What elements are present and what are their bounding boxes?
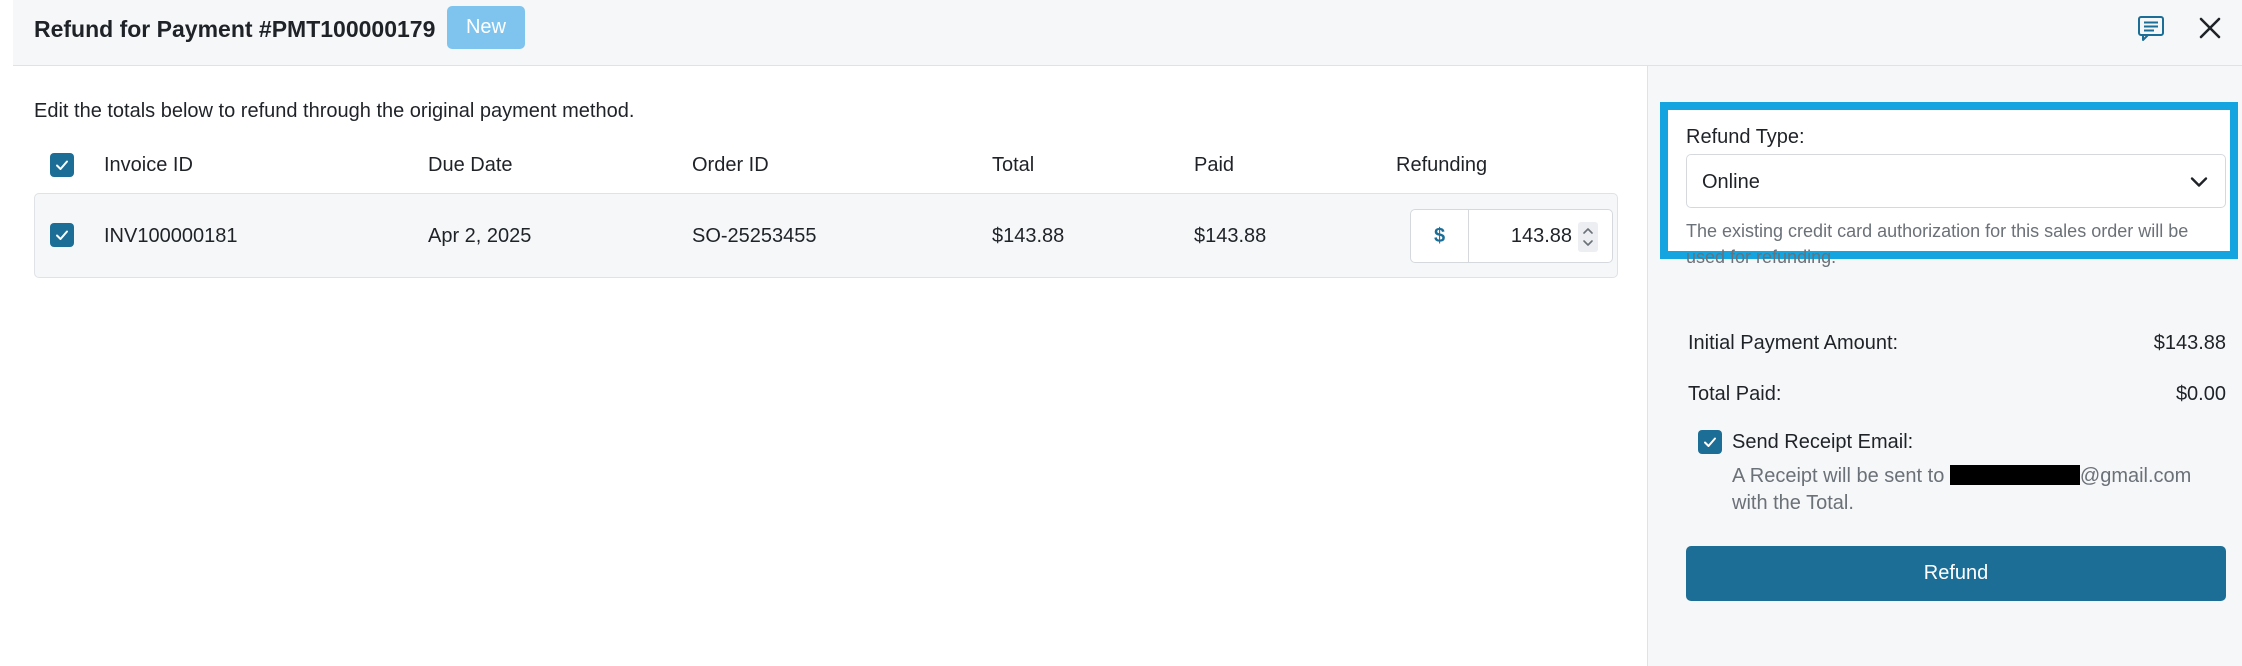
stepper-arrows-icon [1583, 228, 1593, 246]
status-badge: New [447, 6, 525, 49]
page-title: Refund for Payment #PMT100000179 [34, 16, 436, 42]
comment-icon[interactable] [2136, 13, 2166, 43]
cell-due-date: Apr 2, 2025 [428, 225, 532, 247]
check-icon [56, 160, 68, 170]
total-paid-label: Total Paid: [1688, 383, 1782, 405]
cell-order-id: SO-25253455 [692, 225, 817, 247]
amount-stepper[interactable] [1578, 222, 1598, 252]
column-header-refunding: Refunding [1396, 154, 1488, 176]
table-row: INV100000181 Apr 2, 2025 SO-25253455 $14… [34, 193, 1618, 278]
currency-prefix: $ [1411, 210, 1469, 262]
initial-payment-value: $143.88 [2153, 332, 2226, 354]
column-header-order-id: Order ID [692, 154, 769, 176]
refund-button[interactable]: Refund [1686, 546, 2226, 601]
cell-paid: $143.88 [1194, 225, 1267, 247]
column-header-invoice-id: Invoice ID [104, 154, 193, 176]
send-receipt-checkbox[interactable] [1698, 430, 1722, 454]
refund-type-section: Refund Type: Online The existing credit … [1660, 102, 2238, 267]
refund-type-value: Online [1702, 171, 1760, 193]
initial-payment-label: Initial Payment Amount: [1688, 332, 1899, 354]
refunding-amount-value[interactable]: 143.88 [1511, 223, 1572, 249]
redacted-email [1949, 465, 2080, 485]
refund-type-label: Refund Type: [1686, 126, 1805, 148]
column-header-paid: Paid [1194, 154, 1235, 176]
send-receipt-label: Send Receipt Email: [1732, 431, 1914, 453]
refund-dialog: Refund for Payment #PMT100000179 New Edi… [13, 0, 2242, 666]
check-icon [56, 230, 68, 240]
cell-total: $143.88 [992, 225, 1065, 247]
refunding-amount-input[interactable]: $ 143.88 [1410, 209, 1613, 263]
refund-type-hint: The existing credit card authorization f… [1686, 221, 2189, 267]
column-header-due-date: Due Date [428, 154, 513, 176]
instruction-text: Edit the totals below to refund through … [34, 100, 635, 122]
receipt-note-prefix: A Receipt will be sent to [1732, 465, 1945, 487]
close-icon[interactable] [2195, 13, 2225, 43]
row-checkbox[interactable] [50, 223, 74, 247]
check-icon [1704, 437, 1716, 447]
refund-type-select[interactable]: Online [1686, 154, 2226, 208]
chevron-down-icon [2187, 170, 2211, 194]
cell-invoice-id: INV100000181 [104, 225, 238, 247]
column-header-total: Total [992, 154, 1035, 176]
receipt-note: A Receipt will be sent to @gmail.com wit… [1732, 463, 2232, 517]
select-all-checkbox[interactable] [50, 153, 74, 177]
dialog-header: Refund for Payment #PMT100000179 New [13, 0, 2242, 66]
total-paid-value: $0.00 [2175, 383, 2226, 405]
refund-summary-panel: Refund Type: Online The existing credit … [1647, 66, 2242, 666]
